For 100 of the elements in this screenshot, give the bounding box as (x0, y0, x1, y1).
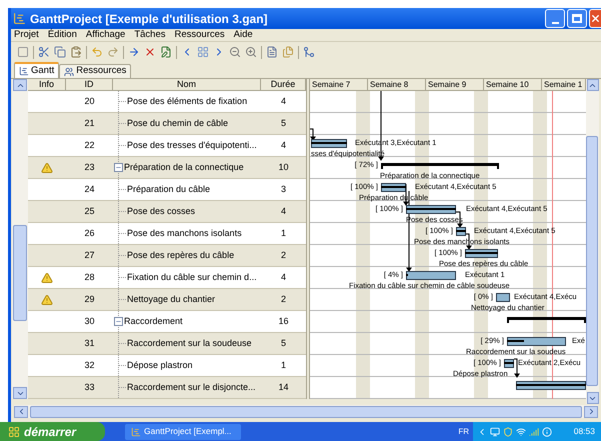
redo-icon[interactable] (107, 46, 119, 58)
task-bar[interactable] (381, 183, 406, 192)
tab[interactable]: Gantt (14, 62, 60, 78)
minus-icon (115, 164, 122, 171)
week-header: Semaine 10 (484, 79, 542, 90)
column-header[interactable]: Nom (113, 79, 261, 90)
grid-icon[interactable] (197, 46, 209, 58)
table-row[interactable]: 23 Préparation de la connectique 10 (28, 157, 306, 179)
delete-icon[interactable] (144, 46, 156, 58)
document-icon[interactable] (266, 46, 278, 58)
paste-icon[interactable] (70, 46, 82, 58)
monitor-icon[interactable] (490, 426, 500, 436)
info-icon[interactable] (542, 426, 552, 436)
menu-item[interactable]: Affichage (86, 28, 126, 42)
duration-cell-text: 16 (277, 314, 290, 328)
close-button[interactable] (589, 9, 601, 28)
menu-item[interactable]: Projet (14, 28, 39, 42)
table-row[interactable]: 24 Préparation du câble 3 (28, 179, 306, 201)
shield-icon[interactable] (503, 426, 513, 436)
duration-cell-text: 14 (277, 380, 290, 394)
collapse-toggle[interactable] (114, 163, 123, 172)
zoom-in-icon[interactable] (245, 46, 257, 58)
task-name[interactable]: Pose du chemin de câble (127, 116, 228, 130)
table-row[interactable]: 31 Raccordement sur la soudeuse 5 (28, 333, 306, 355)
zoom-out-icon[interactable] (229, 46, 241, 58)
task-name[interactable]: Raccordement (124, 314, 183, 328)
app-icon (13, 12, 26, 25)
id-cell-text: 27 (83, 248, 96, 262)
start-button[interactable]: démarrer (0, 422, 105, 441)
task-name[interactable]: Raccordement sur le disjoncte... (127, 380, 256, 394)
id-cell-text: 26 (83, 226, 96, 240)
duration-cell-text: 4 (280, 138, 287, 152)
wifi-icon[interactable] (516, 426, 526, 436)
window-title: GanttProject [Exemple d'utilisation 3.gan] (30, 10, 268, 28)
table-row[interactable]: 27 Pose des repères du câble 2 (28, 245, 306, 267)
menu-item[interactable]: Tâches (134, 28, 166, 42)
table-row[interactable]: 29 Nettoyage du chantier 2 (28, 289, 306, 311)
signal-icon[interactable] (529, 426, 539, 436)
cut-icon[interactable] (38, 46, 50, 58)
table-row[interactable]: 22 Pose des tresses d'équipotenti... 4 (28, 135, 306, 157)
scroll-thumb[interactable] (13, 225, 27, 321)
task-name[interactable]: Préparation de la connectique (124, 160, 244, 174)
task-name[interactable]: Préparation du câble (127, 182, 210, 196)
scroll-thumb[interactable] (586, 136, 598, 386)
task-name[interactable]: Pose des manchons isolants (127, 226, 242, 240)
table-row[interactable]: 30 Raccordement 16 (28, 311, 306, 333)
duration-cell-text: 1 (280, 226, 287, 240)
table-row[interactable]: 20 Pose des éléments de fixation 4 (28, 91, 306, 113)
week-header: Semaine 9 (426, 79, 484, 90)
table-row[interactable]: 21 Pose du chemin de câble 5 (28, 113, 306, 135)
task-bar[interactable] (406, 205, 456, 214)
task-name[interactable]: Pose des tresses d'équipotenti... (127, 138, 257, 152)
id-cell-text: 20 (83, 94, 96, 108)
column-header[interactable]: Info (28, 79, 66, 90)
vertical-scrollbar[interactable] (586, 79, 599, 404)
task-bar[interactable] (465, 249, 498, 258)
table-row[interactable]: 25 Pose des cosses 4 (28, 201, 306, 223)
copy-icon[interactable] (54, 46, 66, 58)
gantt-chart-icon (19, 66, 29, 76)
tab[interactable]: Ressources (59, 64, 132, 78)
id-cell-text: 31 (83, 336, 96, 350)
table-row[interactable]: 26 Pose des manchons isolants 1 (28, 223, 306, 245)
taskbar-button[interactable]: GanttProject [Exempl... (125, 424, 241, 440)
task-name[interactable]: Nettoyage du chantier (127, 292, 216, 306)
task-bar[interactable] (516, 381, 586, 390)
menu-item[interactable]: Édition (48, 28, 77, 42)
task-name[interactable]: Pose des cosses (127, 204, 196, 218)
table-row[interactable]: 32 Dépose plastron 1 (28, 355, 306, 377)
id-cell-text: 21 (83, 116, 96, 130)
task-bar[interactable] (311, 139, 347, 148)
task-name[interactable]: Fixation du câble sur chemin d... (127, 270, 257, 284)
edit-icon[interactable] (160, 46, 172, 58)
minimize-button[interactable] (545, 9, 565, 28)
task-bar[interactable] (456, 227, 466, 236)
duration-cell-text: 3 (280, 182, 287, 196)
menu-item[interactable]: Aide (234, 28, 253, 42)
id-cell-text: 29 (83, 292, 96, 306)
id-cell-text: 32 (83, 358, 96, 372)
documents-icon[interactable] (282, 46, 294, 58)
id-cell-text: 25 (83, 204, 96, 218)
task-bar[interactable] (496, 293, 510, 302)
task-name[interactable]: Pose des éléments de fixation (127, 94, 248, 108)
arrow-right-icon[interactable] (128, 46, 140, 58)
link-icon[interactable] (303, 46, 315, 58)
task-bar[interactable] (504, 359, 514, 368)
id-cell-text: 22 (83, 138, 96, 152)
menu-item[interactable]: Ressources (174, 28, 225, 42)
table-row[interactable]: 28 Fixation du câble sur chemin d... 4 (28, 267, 306, 289)
vertical-scrollbar[interactable] (12, 79, 28, 399)
task-name[interactable]: Raccordement sur la soudeuse (127, 336, 252, 350)
task-bar[interactable] (507, 337, 566, 346)
column-header[interactable]: ID (66, 79, 113, 90)
task-bar[interactable] (406, 271, 456, 280)
language-indicator[interactable]: FR (458, 426, 469, 438)
maximize-button[interactable] (567, 9, 587, 28)
task-name[interactable]: Dépose plastron (127, 358, 193, 372)
duration-cell-text: 1 (280, 358, 287, 372)
table-row[interactable]: 33 Raccordement sur le disjoncte... 14 (28, 377, 306, 399)
collapse-toggle[interactable] (114, 317, 123, 326)
task-name[interactable]: Pose des repères du câble (127, 248, 234, 262)
